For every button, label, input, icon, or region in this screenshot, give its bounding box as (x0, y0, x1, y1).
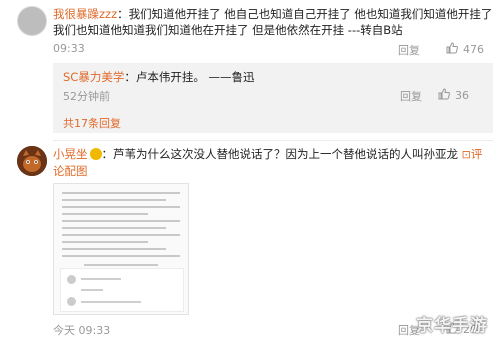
replies-preview: SC暴力美学：卢本伟开挂。 ——鲁迅 52分钟前 回复 36 共17条回复 (53, 63, 493, 133)
emoji-icon (89, 148, 102, 160)
comment-image-panel (60, 268, 184, 312)
reply-time: 52分钟前 (63, 90, 110, 103)
thumbs-up-icon (438, 88, 450, 100)
like-count: 476 (463, 43, 484, 56)
watermark-text: 京华手游 (416, 316, 488, 336)
comment-text: 我很暴躁zzz：我们知道他开挂了 他自己也知道自己开挂了 他也知道我们知道他开挂… (53, 6, 493, 38)
reply-like-count: 36 (455, 89, 469, 102)
report-icon[interactable]: ⊡ (462, 148, 471, 161)
comment-time: 09:33 (53, 42, 85, 55)
comment-meta: 09:33 回复 476 (53, 42, 493, 58)
avatar-image (17, 146, 47, 176)
watermark: 京华手游 (410, 309, 500, 339)
comment-username[interactable]: 小晃坐 (53, 147, 88, 161)
reply-like-button[interactable]: 36 (438, 88, 469, 102)
like-button[interactable]: 476 (446, 42, 484, 56)
comment-text-line-2: 我们也知道他知道我们知道他在开挂了 但是他依然在开挂 ---转自B站 (53, 23, 403, 37)
comment-time: 今天 09:33 (53, 324, 111, 337)
thumbs-up-icon (446, 42, 458, 54)
divider (53, 140, 493, 141)
avatar[interactable] (17, 6, 47, 36)
reply-text: SC暴力美学：卢本伟开挂。 ——鲁迅 (63, 69, 255, 85)
comment-text: 小晃坐 ：芦苇为什么这次没人替他说话了？因为上一个替他说话的人叫孙亚龙 ⊡评 论配… (53, 146, 493, 179)
more-replies-link[interactable]: 共17条回复 (63, 115, 121, 131)
reply-reply-button[interactable]: 回复 (400, 88, 422, 104)
comment-text-line-1: ：我们知道他开挂了 他自己也知道自己开挂了 他也知道我们知道他开挂了 (117, 7, 493, 21)
comment-image[interactable] (53, 183, 189, 315)
comment-content: ：芦苇为什么这次没人替他说话了？因为上一个替他说话的人叫孙亚龙 (101, 147, 459, 161)
comment-image-link[interactable]: 论配图 (53, 164, 88, 178)
reply-button[interactable]: 回复 (398, 42, 420, 58)
comment-username[interactable]: 我很暴躁zzz (53, 7, 117, 21)
reply-content: ：卢本伟开挂。 ——鲁迅 (124, 70, 255, 84)
avatar[interactable] (17, 146, 47, 176)
reply-username[interactable]: SC暴力美学 (63, 70, 124, 84)
reply-meta: 52分钟前 回复 36 (63, 88, 488, 104)
report-label[interactable]: 评 (471, 147, 483, 161)
